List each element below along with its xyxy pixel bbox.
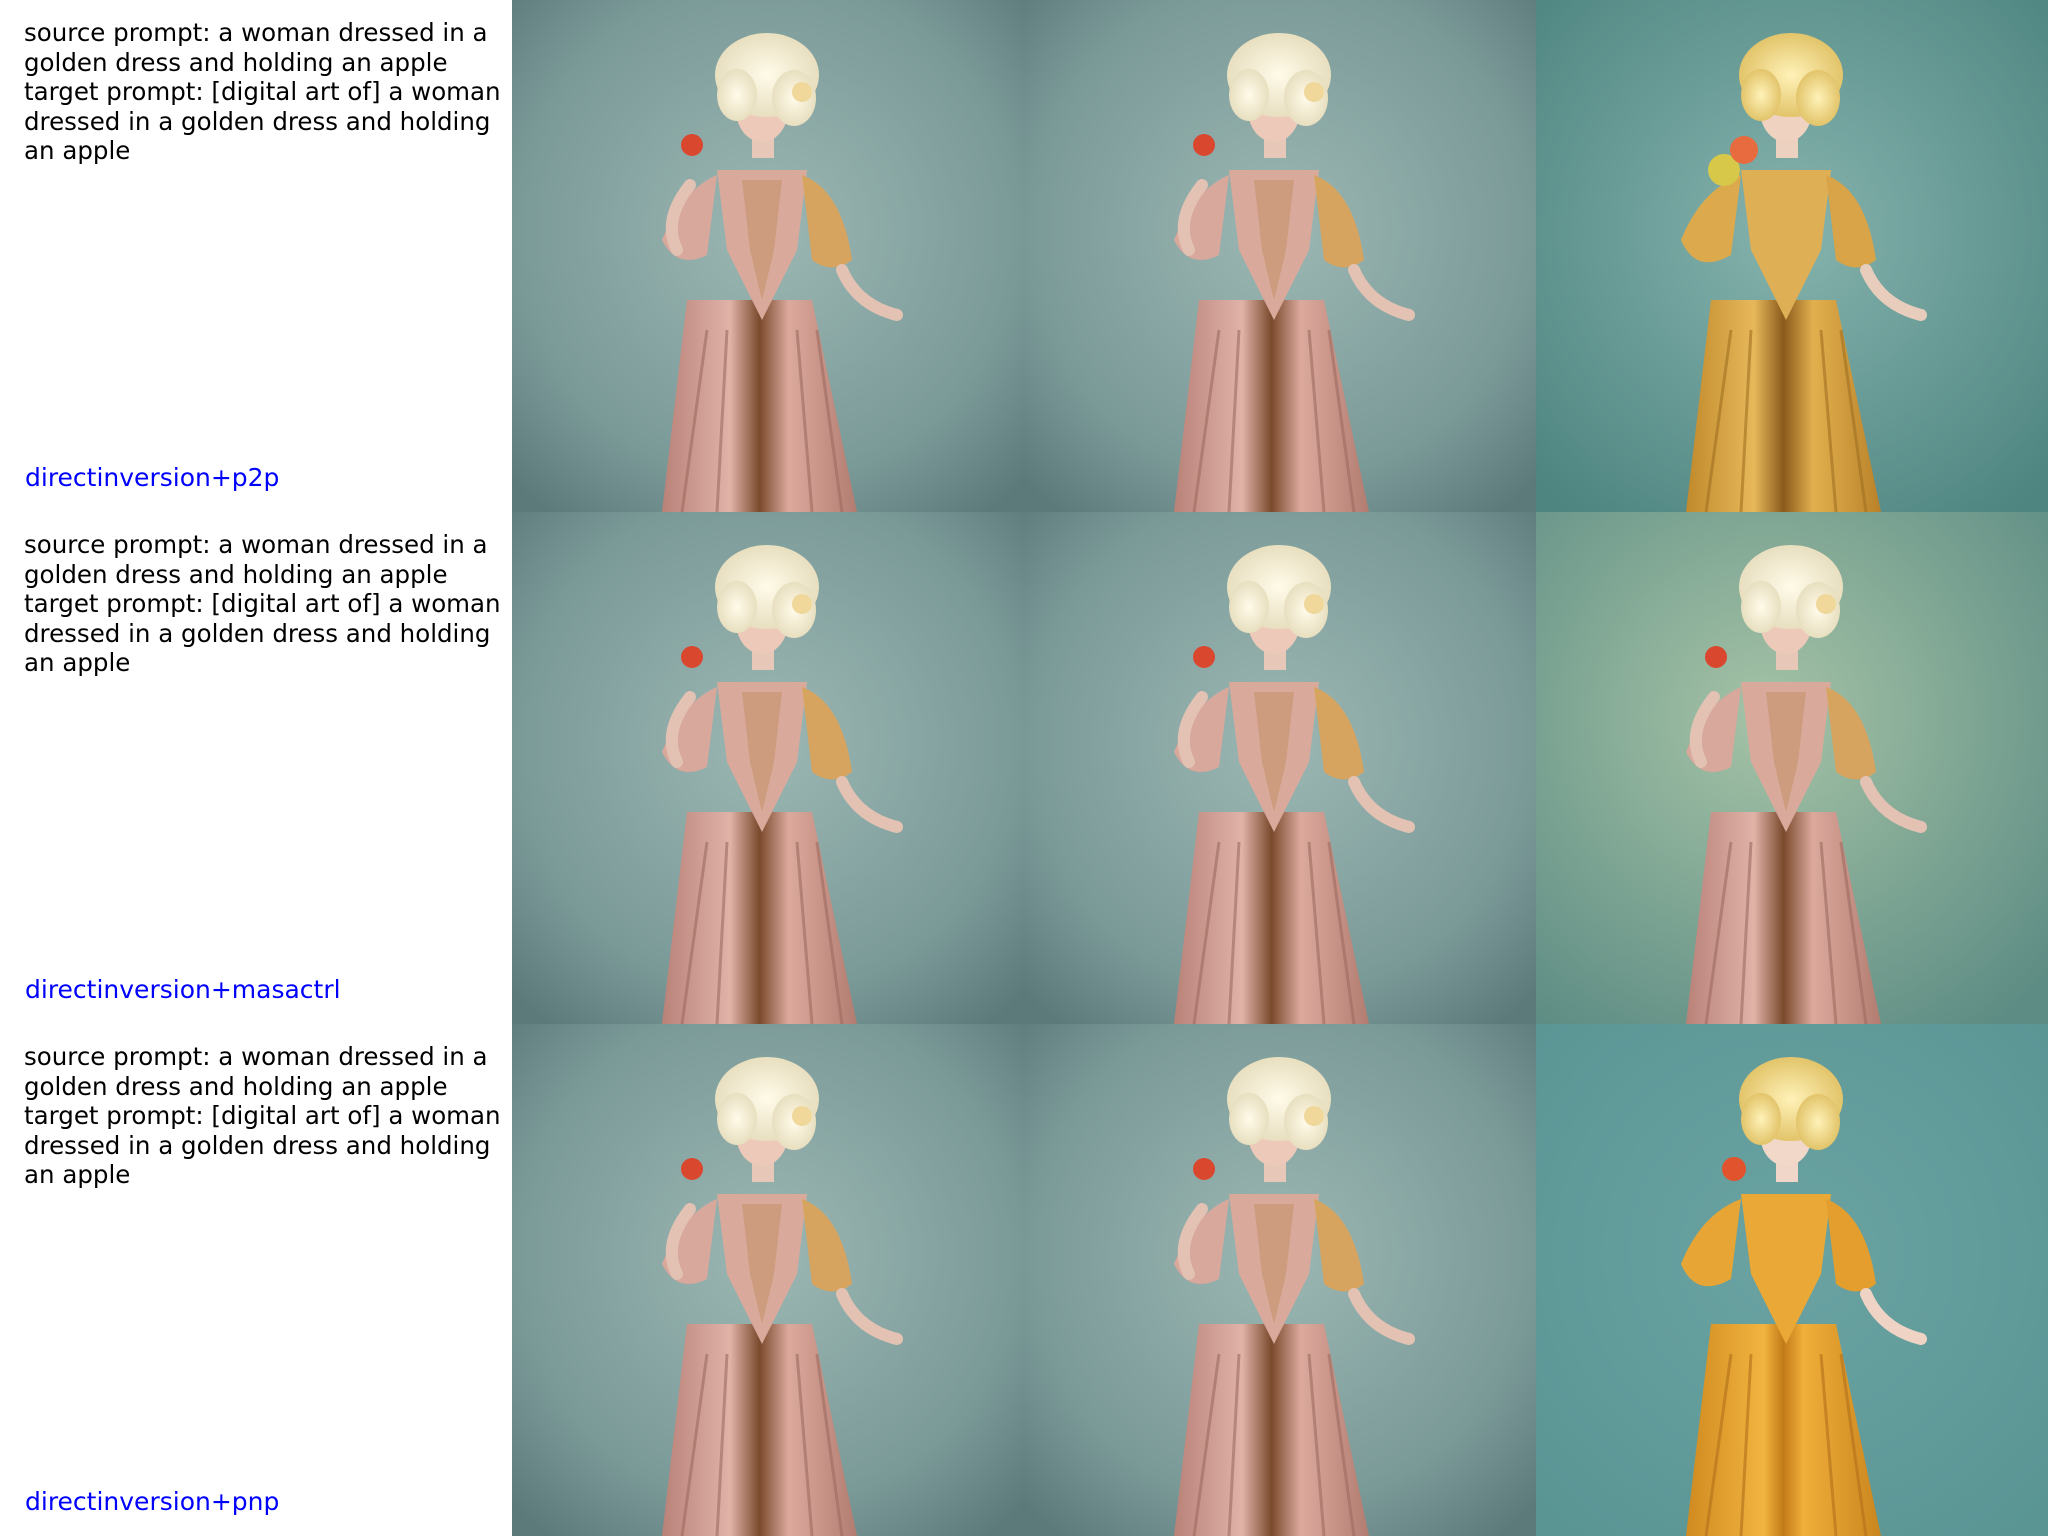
method-label: directinversion+pnp [25,1487,280,1516]
target-prompt: target prompt: [digital art of] a woman … [24,77,501,165]
source-prompt: source prompt: a woman dressed in a gold… [24,530,488,589]
edited-image [1536,0,2048,512]
source-image [512,512,1024,1024]
result-row: source prompt: a woman dressed in a gold… [0,1024,2048,1536]
target-prompt: target prompt: [digital art of] a woman … [24,589,501,677]
edited-image [1536,1024,2048,1536]
prompt-cell: source prompt: a woman dressed in a gold… [0,512,512,1024]
result-row: source prompt: a woman dressed in a gold… [0,0,2048,512]
reconstruction-image [1024,1024,1536,1536]
result-row: source prompt: a woman dressed in a gold… [0,512,2048,1024]
comparison-grid: source prompt: a woman dressed in a gold… [0,0,2048,1536]
prompt-text: source prompt: a woman dressed in a gold… [24,18,512,166]
method-label: directinversion+masactrl [25,975,341,1004]
source-image [512,0,1024,512]
prompt-cell: source prompt: a woman dressed in a gold… [0,1024,512,1536]
reconstruction-image [1024,512,1536,1024]
prompt-text: source prompt: a woman dressed in a gold… [24,530,512,678]
source-image [512,1024,1024,1536]
prompt-text: source prompt: a woman dressed in a gold… [24,1042,512,1190]
edited-image [1536,512,2048,1024]
source-prompt: source prompt: a woman dressed in a gold… [24,18,488,77]
method-label: directinversion+p2p [25,463,280,492]
source-prompt: source prompt: a woman dressed in a gold… [24,1042,488,1101]
reconstruction-image [1024,0,1536,512]
prompt-cell: source prompt: a woman dressed in a gold… [0,0,512,512]
target-prompt: target prompt: [digital art of] a woman … [24,1101,501,1189]
